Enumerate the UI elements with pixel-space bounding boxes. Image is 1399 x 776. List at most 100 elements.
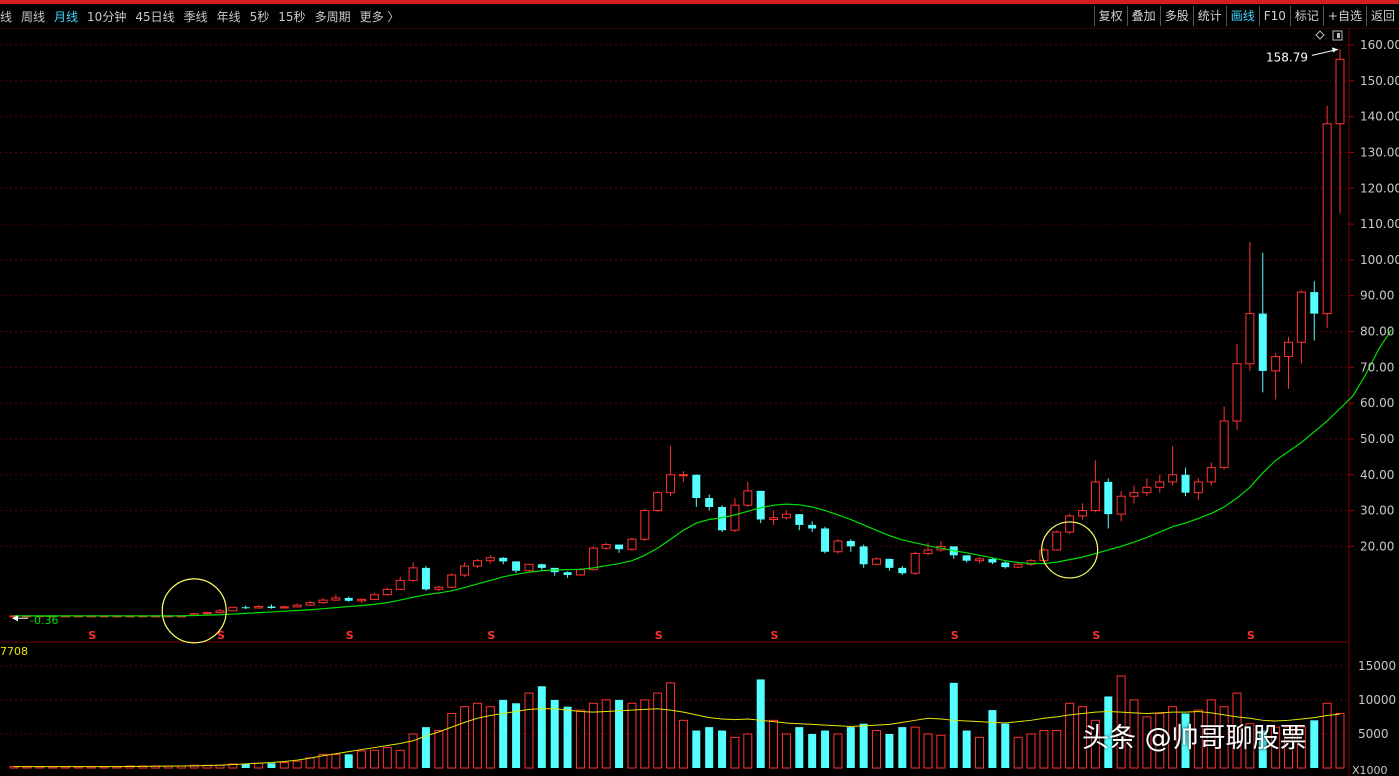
volume-bar-up bbox=[666, 682, 676, 769]
volume-bar-up bbox=[395, 749, 405, 769]
volume-bar-down bbox=[859, 723, 868, 768]
candle-body-up bbox=[472, 560, 482, 567]
volume-bar-down bbox=[537, 686, 546, 768]
dividend-marker: S bbox=[487, 629, 495, 642]
candle-body-up bbox=[1052, 531, 1062, 551]
candle-body-up bbox=[975, 558, 985, 562]
grid-lines bbox=[0, 28, 1350, 776]
volume-bar-down bbox=[344, 754, 353, 768]
volume-bar-down bbox=[962, 730, 971, 768]
candle-body-down bbox=[499, 557, 508, 562]
volume-axis-unit: X1000 bbox=[1352, 764, 1388, 776]
candle-body-down bbox=[846, 541, 855, 547]
volume-bar-down bbox=[615, 699, 624, 768]
volume-bar-up bbox=[627, 702, 637, 769]
candle-body-up bbox=[743, 490, 753, 506]
volume-bar-up bbox=[305, 757, 315, 769]
volume-bar-up bbox=[434, 730, 444, 769]
candle-body-down bbox=[1258, 313, 1267, 371]
candle-body-down bbox=[988, 558, 997, 563]
candle-body-up bbox=[730, 504, 740, 531]
candle-body-up bbox=[833, 540, 843, 553]
dividend-marker: S bbox=[771, 629, 779, 642]
volume-bar-up bbox=[524, 692, 534, 769]
candle-body-up bbox=[1322, 123, 1332, 315]
price-axis-label: 90.00 bbox=[1360, 289, 1394, 303]
volume-bar-up bbox=[653, 692, 663, 769]
volume-bar-down bbox=[1001, 723, 1010, 768]
volume-bar-down bbox=[756, 679, 765, 768]
volume-bar-down bbox=[1310, 720, 1319, 768]
volume-bar-up bbox=[923, 733, 933, 769]
volume-bar-down bbox=[421, 727, 430, 768]
price-axis: 160.00 150.00 140.00 130.00 120.00 110.00 100.… bbox=[1349, 38, 1399, 776]
candle-body-down bbox=[344, 597, 353, 601]
candle-body-down bbox=[563, 572, 572, 576]
candle-body-down bbox=[885, 558, 894, 568]
candle-body-up bbox=[640, 510, 650, 540]
volume-bar-up bbox=[292, 760, 302, 769]
candle-body-down bbox=[1181, 474, 1190, 493]
volume-bar-up bbox=[369, 749, 379, 769]
price-axis-label: 30.00 bbox=[1360, 504, 1394, 518]
volume-bar-down bbox=[949, 682, 958, 768]
candle-body-up bbox=[1245, 313, 1255, 365]
candle-body-up bbox=[318, 599, 328, 604]
candle-body-up bbox=[1284, 341, 1293, 358]
candle-body-down bbox=[537, 564, 546, 568]
volume-bar-down bbox=[550, 699, 559, 768]
candle-body-up bbox=[1116, 495, 1126, 515]
volume-bar-down bbox=[898, 727, 907, 768]
price-axis-label: 100.00 bbox=[1360, 253, 1399, 267]
candle-body-up bbox=[485, 557, 495, 562]
candle-body-up bbox=[678, 474, 688, 477]
volume-bar-up bbox=[833, 733, 843, 769]
price-axis-label: 110.00 bbox=[1360, 217, 1399, 231]
volume-bar-up bbox=[781, 733, 791, 769]
candle-body-up bbox=[627, 538, 637, 550]
dividend-marker: S bbox=[951, 629, 959, 642]
volume-readout: 7708 bbox=[0, 645, 28, 658]
candle-body-up bbox=[228, 606, 238, 612]
candle-body-up bbox=[769, 517, 779, 521]
candles bbox=[9, 49, 1345, 618]
candle-body-up bbox=[447, 574, 457, 588]
candle-body-up bbox=[1335, 58, 1345, 125]
volume-bar-up bbox=[1052, 730, 1062, 769]
price-axis-label: 130.00 bbox=[1360, 145, 1399, 159]
volume-bar-up bbox=[640, 699, 650, 769]
volume-bar-up bbox=[460, 706, 470, 769]
dividend-marker: S bbox=[1247, 629, 1255, 642]
candle-body-down bbox=[705, 498, 714, 507]
candlestick-chart: 160.00 150.00 140.00 130.00 120.00 110.00 100.… bbox=[0, 28, 1399, 776]
volume-bar-up bbox=[254, 762, 264, 769]
volume-axis-label: 5000 bbox=[1358, 727, 1389, 741]
candle-body-up bbox=[1090, 481, 1100, 512]
candle-body-down bbox=[512, 561, 521, 571]
volume-bar-up bbox=[1335, 713, 1345, 769]
candle-body-up bbox=[460, 565, 470, 576]
moving-averages bbox=[14, 329, 1392, 768]
volume-bar-up bbox=[1039, 730, 1049, 769]
volume-bar-up bbox=[331, 753, 341, 769]
candle-body-up bbox=[1155, 481, 1165, 488]
candle-body-up bbox=[202, 612, 212, 615]
volume-axis-label: 15000 bbox=[1358, 659, 1396, 673]
watermark: 头条 @帅哥聊股票 bbox=[1082, 723, 1307, 754]
volume-axis-label: 10000 bbox=[1358, 693, 1396, 707]
candle-body-up bbox=[601, 544, 611, 549]
candle-body-up bbox=[382, 588, 392, 596]
candle-body-up bbox=[1168, 474, 1178, 483]
candle-body-up bbox=[1065, 515, 1075, 533]
candle-body-up bbox=[781, 513, 791, 519]
candle-body-down bbox=[1001, 562, 1010, 568]
candle-body-up bbox=[1271, 356, 1281, 372]
volume-bar-up bbox=[382, 747, 392, 769]
volume-bar-up bbox=[575, 709, 585, 769]
volume-bar-up bbox=[279, 762, 289, 769]
candle-body-up bbox=[254, 606, 264, 609]
price-axis-label: 160.00 bbox=[1360, 38, 1399, 52]
volume-bar-up bbox=[910, 726, 920, 769]
candle-body-up bbox=[1013, 563, 1023, 568]
candle-body-up bbox=[357, 598, 367, 602]
